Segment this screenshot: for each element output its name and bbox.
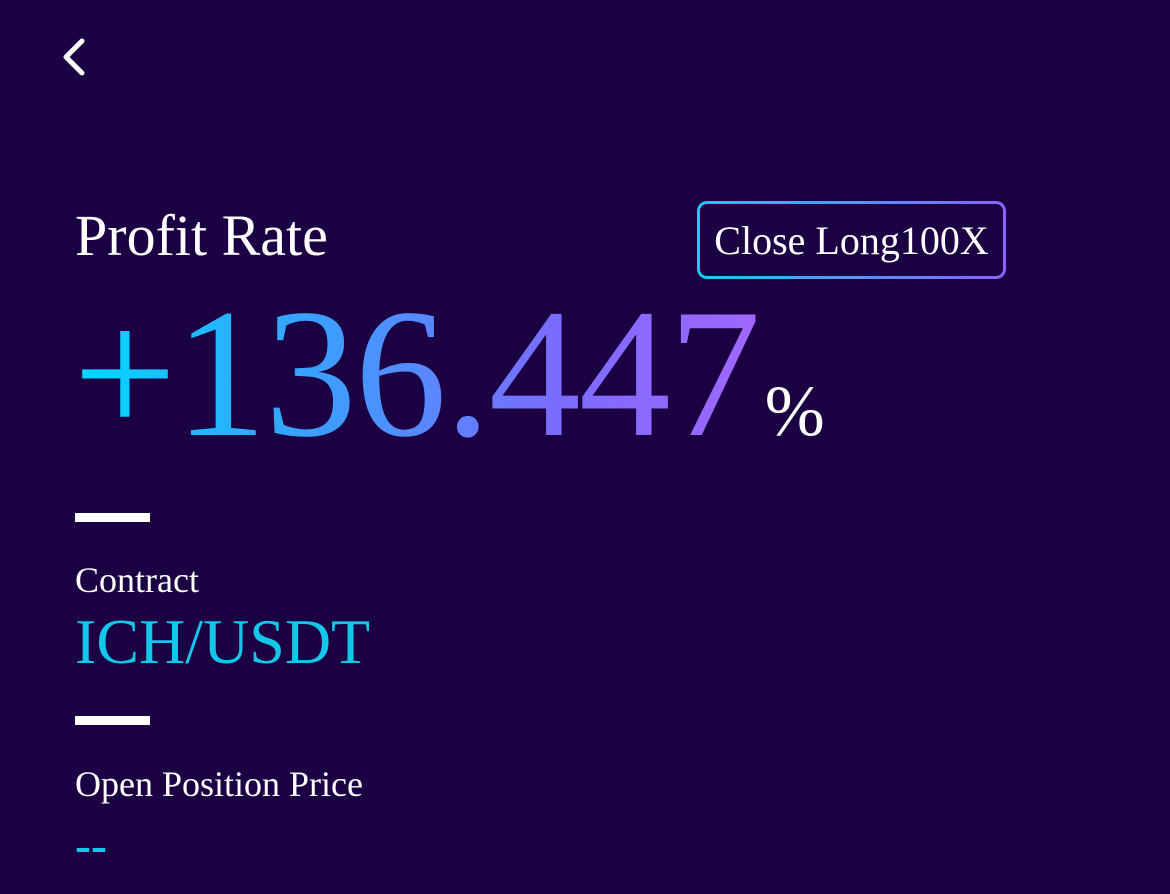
profit-rate-label: Profit Rate — [75, 203, 328, 268]
contract-value: ICH/USDT — [75, 606, 371, 677]
position-badge: Close Long100X — [697, 201, 1006, 279]
contract-label: Contract — [75, 560, 199, 600]
open-price-value: -- — [75, 819, 107, 872]
section-divider — [75, 513, 150, 522]
profit-rate: +136.447 % — [73, 271, 825, 475]
profit-rate-unit: % — [764, 371, 825, 451]
section-divider — [75, 716, 150, 725]
position-badge-text: Close Long100X — [700, 204, 1003, 276]
back-button[interactable] — [52, 30, 96, 84]
chevron-left-icon — [60, 37, 88, 77]
profit-rate-value: +136.447 — [73, 271, 761, 475]
open-price-label: Open Position Price — [75, 764, 363, 804]
